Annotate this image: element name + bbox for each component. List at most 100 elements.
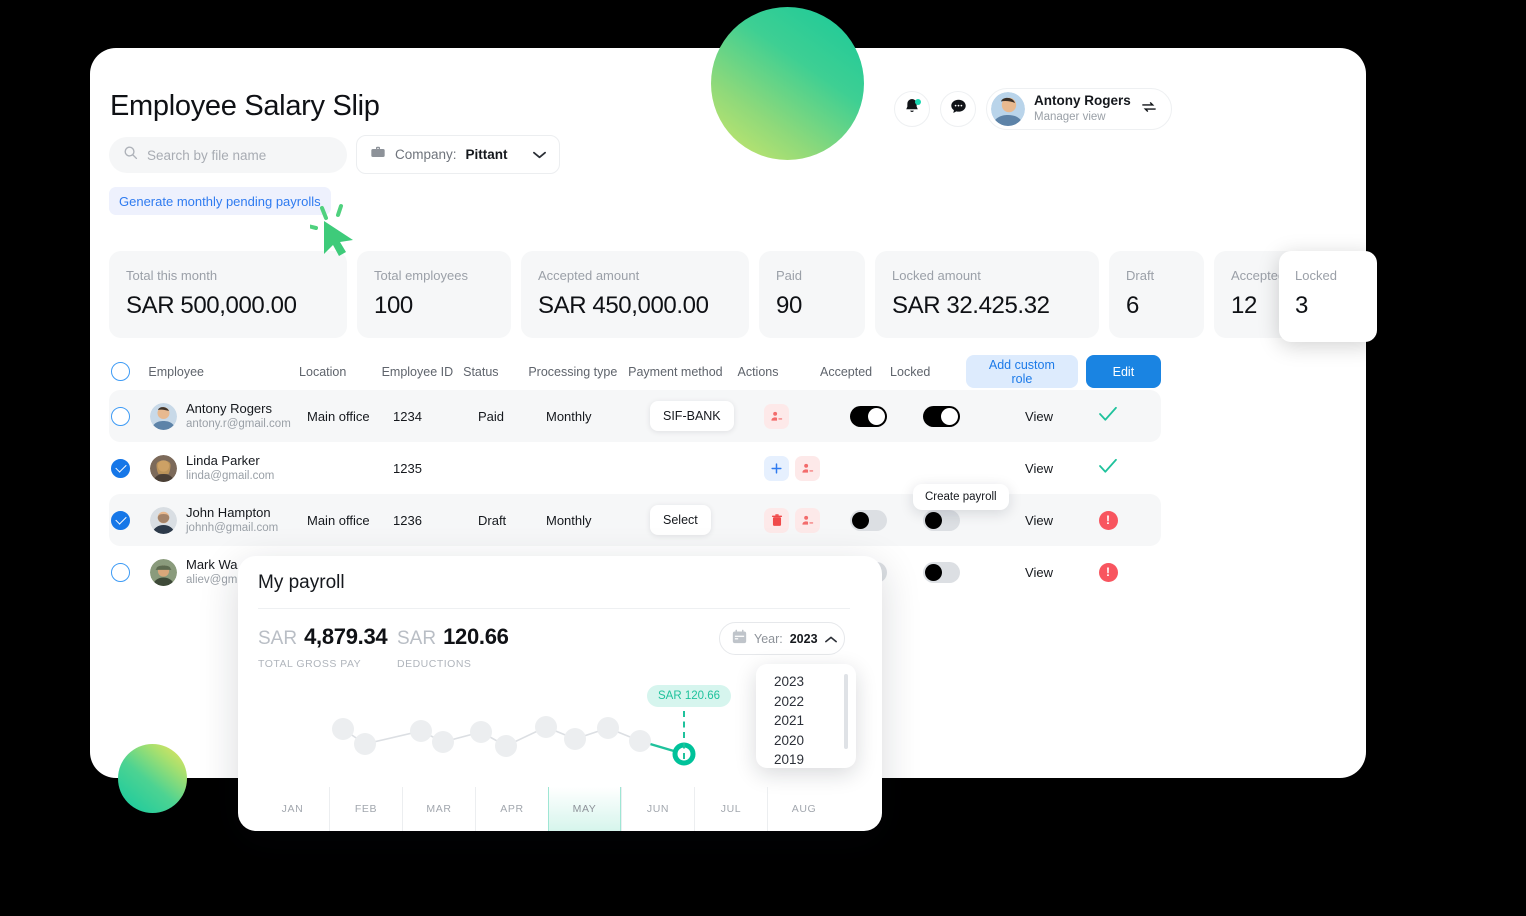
generate-payrolls-button[interactable]: Generate monthly pending payrolls <box>109 187 331 215</box>
edit-button[interactable]: Edit <box>1085 355 1161 388</box>
select-all-checkbox[interactable] <box>109 362 148 381</box>
avatar <box>991 92 1025 126</box>
year-selector[interactable]: Year: 2023 <box>719 622 845 655</box>
stat-label: Accepted amount <box>538 268 640 283</box>
notification-dot <box>915 99 921 105</box>
check-icon <box>1098 406 1118 426</box>
view-link[interactable]: View <box>1000 565 1078 580</box>
month-tab-may[interactable]: MAY <box>548 787 621 831</box>
user-profile[interactable]: Antony Rogers Manager view <box>986 88 1172 130</box>
user-name: Antony Rogers <box>1034 93 1131 109</box>
error-icon: ! <box>1098 510 1118 530</box>
stat-card-locked: Locked 3 <box>1279 251 1377 342</box>
month-tab-feb[interactable]: FEB <box>329 787 402 831</box>
accepted-toggle[interactable] <box>850 405 887 427</box>
company-select[interactable]: Company: Pittant <box>356 135 560 174</box>
search-icon <box>123 145 138 165</box>
column-location: Location <box>299 364 347 379</box>
table-row[interactable]: Antony Rogers antony.r@gmail.com Main of… <box>109 390 1161 442</box>
stat-card-accepted-amount: Accepted amount SAR 450,000.00 <box>521 251 749 338</box>
chart-tooltip: SAR 120.66 <box>647 685 732 707</box>
row-checkbox[interactable] <box>109 562 150 582</box>
avatar <box>150 506 177 534</box>
employee-cell: Linda Parker linda@gmail.com <box>150 453 307 484</box>
employee-name: Antony Rogers <box>186 400 272 416</box>
month-tab-mar[interactable]: MAR <box>402 787 475 831</box>
employee-id-cell: 1234 <box>393 408 422 424</box>
stat-label: Total employees <box>374 268 468 283</box>
processing-type-cell: Monthly <box>546 512 592 528</box>
stat-label: Locked amount <box>892 268 981 283</box>
chevron-up-icon <box>824 630 837 648</box>
screenshot-stage: Employee Salary Slip Search by file name… <box>0 0 1526 916</box>
view-link[interactable]: View <box>1000 461 1078 476</box>
check-icon <box>1098 458 1118 478</box>
chart-point <box>597 717 619 739</box>
employee-email: aliev@gm <box>186 573 238 586</box>
column-processing-type: Processing type <box>528 364 618 379</box>
search-input[interactable]: Search by file name <box>109 137 347 173</box>
employee-id-cell: 1235 <box>393 460 422 476</box>
chat-icon <box>950 98 967 120</box>
user-remove-icon[interactable] <box>764 403 789 429</box>
trash-icon[interactable] <box>764 507 789 533</box>
stat-card-total-employees: Total employees 100 <box>357 251 511 338</box>
stat-card-paid: Paid 90 <box>759 251 865 338</box>
month-tab-aug[interactable]: AUG <box>767 787 840 831</box>
stat-label: Paid <box>776 268 803 283</box>
row-checkbox[interactable] <box>109 458 150 478</box>
plus-icon[interactable] <box>764 455 789 481</box>
user-remove-icon[interactable] <box>795 507 820 533</box>
payment-method-select[interactable]: Select <box>650 505 711 535</box>
payment-method-pill[interactable]: SIF-BANK <box>650 401 734 431</box>
column-locked: Locked <box>890 364 931 379</box>
gross-currency: SAR <box>258 628 298 649</box>
month-tab-jun[interactable]: JUN <box>621 787 694 831</box>
stat-card-draft: Draft 6 <box>1109 251 1204 338</box>
chart-point <box>564 728 586 750</box>
chart-point <box>470 721 492 743</box>
column-payment-method: Payment method <box>628 364 723 379</box>
user-info: Antony Rogers Manager view <box>1034 93 1131 124</box>
locked-toggle[interactable] <box>923 509 960 531</box>
deductions-value: 120.66 <box>443 624 509 649</box>
column-status: Status <box>463 364 499 379</box>
chart-point <box>432 731 454 753</box>
month-tab-apr[interactable]: APR <box>475 787 548 831</box>
page-title: Employee Salary Slip <box>110 90 380 122</box>
notifications-button[interactable] <box>894 91 930 127</box>
table-header-row: Employee Location Employee ID Status Pro… <box>109 353 1161 390</box>
company-value: Pittant <box>465 147 508 162</box>
month-tab-jul[interactable]: JUL <box>694 787 767 831</box>
status-badge: ! <box>1078 510 1138 530</box>
gross-pay-label: TOTAL GROSS PAY <box>258 658 362 670</box>
user-remove-icon[interactable] <box>795 455 820 481</box>
year-value: 2023 <box>789 631 818 646</box>
chart-svg <box>332 716 696 766</box>
processing-type-cell: Monthly <box>546 408 592 424</box>
actions-cell <box>764 455 850 481</box>
locked-toggle[interactable] <box>923 561 960 583</box>
accepted-toggle[interactable] <box>850 509 887 531</box>
locked-toggle[interactable] <box>923 405 960 427</box>
row-checkbox[interactable] <box>109 510 150 530</box>
stat-value: SAR 32.425.32 <box>892 292 1050 319</box>
add-custom-role-button[interactable]: Add custom role <box>965 355 1078 388</box>
messages-button[interactable] <box>940 91 976 127</box>
gross-pay-amount: SAR 4,879.34 <box>258 624 388 650</box>
status-cell: Paid <box>478 408 505 424</box>
stat-label: Draft <box>1126 268 1155 283</box>
chart-point <box>332 718 354 740</box>
error-icon: ! <box>1098 562 1118 582</box>
payroll-title: My payroll <box>258 572 345 593</box>
view-link[interactable]: View <box>1000 409 1078 424</box>
view-link[interactable]: View <box>1000 513 1078 528</box>
employee-cell: Antony Rogers antony.r@gmail.com <box>150 401 307 432</box>
employee-name: Mark Wa <box>186 556 238 572</box>
payroll-line-chart: JAN FEB MAR APR MAY JUN JUL AUG <box>238 684 882 831</box>
row-checkbox[interactable] <box>109 406 150 426</box>
briefcase-icon <box>370 144 386 165</box>
locked-cell <box>923 561 1000 583</box>
month-tab-jan[interactable]: JAN <box>256 787 329 831</box>
swap-icon[interactable] <box>1140 98 1158 121</box>
